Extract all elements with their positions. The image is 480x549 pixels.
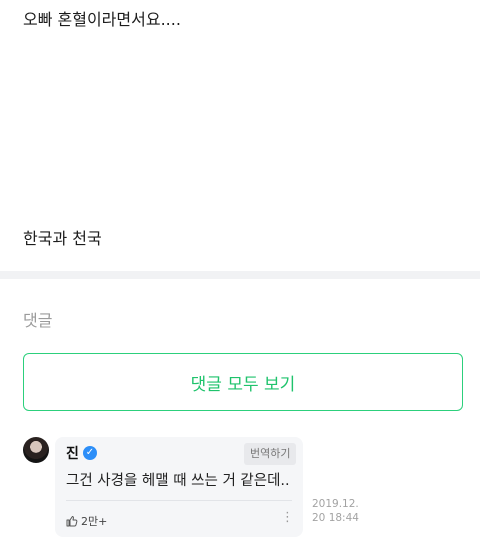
comments-heading: 댓글 (23, 311, 53, 330)
post-text-line-2: 한국과 천국 (23, 229, 102, 248)
comment-timestamp: 2019.12.20 18:44 (312, 498, 359, 524)
avatar[interactable] (23, 437, 49, 463)
verified-check-icon: ✓ (83, 446, 97, 460)
comment-divider (66, 500, 292, 501)
comment-bubble: 진 ✓ 번역하기 그건 사경을 헤맬 때 쓰는 거 같은데.. 2만+ ⋮ (55, 437, 303, 537)
like-button[interactable]: 2만+ (66, 513, 107, 529)
comment-text: 그건 사경을 헤맬 때 쓰는 거 같은데.. (66, 473, 290, 489)
thumbs-up-icon (66, 516, 78, 527)
section-divider (0, 271, 480, 279)
post-text-line-1: 오빠 혼혈이라면서요.... (23, 10, 181, 29)
view-all-comments-button[interactable]: 댓글 모두 보기 (23, 353, 463, 411)
more-vertical-icon[interactable]: ⋮ (281, 511, 294, 525)
comment-author[interactable]: 진 (66, 445, 79, 463)
like-count: 2만+ (81, 515, 108, 528)
translate-button[interactable]: 번역하기 (244, 443, 297, 465)
